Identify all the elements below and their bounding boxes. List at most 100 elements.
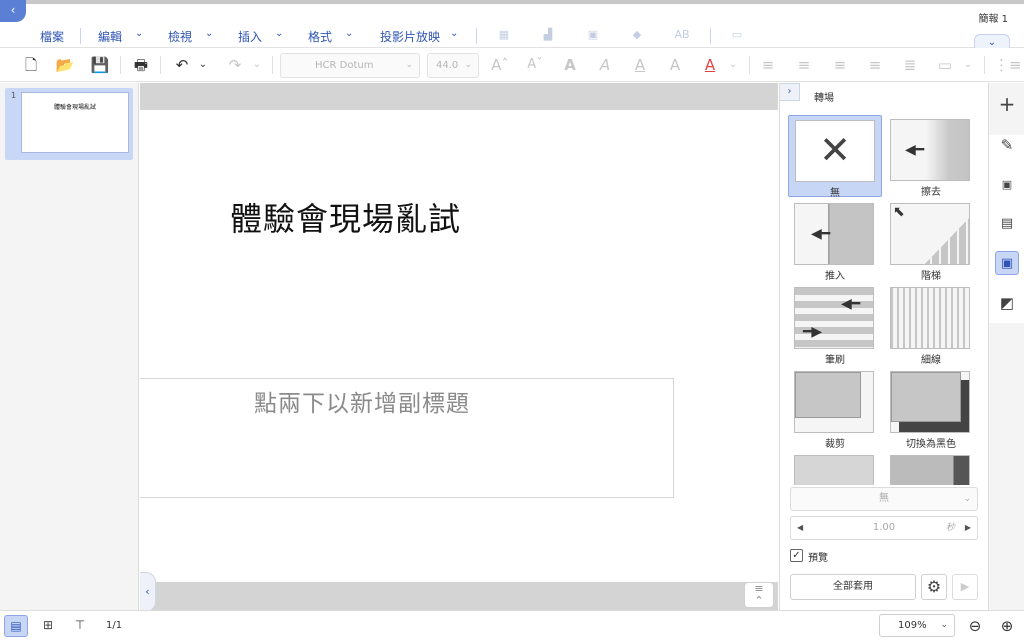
save-icon[interactable]: 💾 — [89, 54, 111, 76]
italic-icon[interactable]: A — [595, 54, 615, 76]
arrow-right-icon: ━▶ — [803, 324, 823, 340]
decrease-font-icon[interactable]: Aˇ — [525, 54, 545, 76]
distribute-icon[interactable]: ≣ — [900, 54, 920, 76]
zoom-select[interactable]: 109% ⌄ — [879, 614, 955, 637]
gray-pattern — [891, 372, 961, 422]
bullet-list-icon[interactable]: ⋮≡ — [994, 54, 1022, 76]
cut-pattern — [795, 372, 861, 418]
align-left-icon[interactable]: ≡ — [758, 54, 778, 76]
transition-icon[interactable]: ▣ — [995, 251, 1019, 275]
transition-brush[interactable]: ◀━ ━▶ 筆刷 — [788, 283, 882, 366]
slide-thumbnail-selected[interactable]: 1 體驗會現場亂試 — [5, 88, 133, 160]
slide-sorter-icon[interactable]: ⊞ — [36, 615, 60, 637]
layout-icon[interactable]: ▤ — [995, 212, 1019, 236]
zoom-in-icon[interactable]: ⊕ — [996, 615, 1018, 637]
toolbar-divider — [120, 56, 121, 74]
animation-icon[interactable]: ◩ — [995, 291, 1019, 315]
underline-icon[interactable]: A — [630, 54, 650, 76]
transition-more[interactable] — [884, 451, 978, 485]
shapes-icon[interactable]: ◆ — [630, 29, 644, 41]
menu-view[interactable]: 檢視 — [168, 28, 192, 45]
transition-label: 筆刷 — [825, 355, 845, 366]
new-document-icon[interactable]: 🗋 — [20, 54, 42, 76]
align-right-icon[interactable]: ≡ — [830, 54, 850, 76]
chevron-down-icon[interactable]: ⌄ — [727, 54, 739, 76]
normal-view-icon[interactable]: ▤ — [4, 615, 28, 637]
menu-file[interactable]: 檔案 — [40, 28, 64, 45]
duration-stepper[interactable]: ◀ 1.00 秒 ▶ — [790, 516, 978, 540]
font-color-icon[interactable]: A — [700, 54, 720, 76]
increase-font-icon[interactable]: Aˆ — [490, 54, 510, 76]
justify-icon[interactable]: ≡ — [865, 54, 885, 76]
transition-through-black[interactable]: 切換為黑色 — [884, 367, 978, 450]
notes-toggle-button[interactable]: ≡ ⌃ — [744, 582, 774, 608]
show-slide-panel-button[interactable]: ‹ — [140, 572, 156, 612]
decrement-icon[interactable]: ◀ — [797, 517, 803, 539]
chevron-down-icon: ⌄ — [464, 60, 472, 70]
bold-icon[interactable]: A — [560, 54, 580, 76]
panel-collapse-button[interactable]: › — [780, 83, 800, 101]
image-icon[interactable]: ▣ — [586, 29, 600, 41]
textbox-icon[interactable]: ▭ — [730, 29, 744, 41]
undo-icon[interactable]: ↶ — [172, 54, 192, 76]
chevron-down-icon[interactable]: ⌄ — [345, 28, 353, 39]
slide-thumbnail[interactable]: 體驗會現場亂試 — [21, 92, 129, 153]
chevron-down-icon[interactable]: ⌄ — [275, 28, 283, 39]
subtitle-placeholder-box[interactable]: 點兩下以新增副標題 — [140, 378, 674, 498]
transition-preview — [794, 455, 874, 485]
presentation-view-icon[interactable]: ⊤ — [68, 615, 92, 637]
open-folder-icon[interactable]: 📂 — [54, 54, 76, 76]
zoom-out-icon[interactable]: ⊖ — [964, 615, 986, 637]
menu-format[interactable]: 格式 — [308, 28, 332, 45]
chevron-down-icon[interactable]: ⌄ — [251, 54, 263, 76]
increment-icon[interactable]: ▶ — [965, 517, 971, 539]
chevron-down-icon[interactable]: ⌄ — [962, 54, 974, 76]
effect-option-select[interactable]: 無 ⌄ — [790, 487, 978, 511]
transition-wipe[interactable]: ◀━ 擦去 — [884, 115, 978, 198]
transition-lines[interactable]: 細線 — [884, 283, 978, 366]
chevron-down-icon[interactable]: ⌄ — [197, 54, 209, 76]
slide-title[interactable]: 體驗會現場亂試 — [230, 194, 461, 240]
text-properties-icon[interactable]: ▣ — [995, 173, 1019, 197]
duration-value: 1.00 — [872, 522, 896, 533]
transition-effect-grid: ✕ 無 ◀━ 擦去 ◀━ 推入 ⬉ 階梯 ◀━ ━▶ 筆刷 細線 裁剪 切換為黑… — [788, 115, 980, 485]
line-spacing-icon[interactable]: ▭ — [935, 54, 955, 76]
slide[interactable]: 體驗會現場亂試 點兩下以新增副標題 — [140, 110, 778, 582]
edit-shape-icon[interactable]: ✎ — [995, 133, 1019, 157]
print-icon[interactable]: 🖶 — [130, 54, 152, 76]
chevron-down-icon: ⌄ — [963, 494, 971, 504]
back-button[interactable]: ‹ — [0, 0, 26, 22]
transition-cut[interactable]: 裁剪 — [788, 367, 882, 450]
chevron-left-icon: ‹ — [145, 585, 150, 598]
transition-none[interactable]: ✕ 無 — [788, 115, 882, 199]
transition-push[interactable]: ◀━ 推入 — [788, 199, 882, 282]
font-size-select[interactable]: 44.0 ⌄ — [427, 53, 479, 78]
chevron-down-icon[interactable]: ⌄ — [135, 28, 143, 39]
effect-option-value: 無 — [879, 493, 889, 504]
transition-more[interactable] — [788, 451, 882, 485]
apply-all-button[interactable]: 全部套用 — [790, 574, 916, 600]
chevron-left-icon: ‹ — [10, 3, 16, 17]
shadow-icon[interactable]: A — [665, 54, 685, 76]
subtitle-placeholder-text: 點兩下以新增副標題 — [254, 391, 470, 417]
slide-thumbnail-panel: 1 體驗會現場亂試 — [0, 83, 139, 610]
chart-icon[interactable]: ▟ — [541, 29, 555, 41]
chevron-down-icon[interactable]: ⌄ — [205, 28, 213, 39]
chevron-down-icon[interactable]: ⌄ — [450, 28, 458, 39]
redo-icon[interactable]: ↷ — [225, 54, 245, 76]
transition-staircase[interactable]: ⬉ 階梯 — [884, 199, 978, 282]
textart-icon[interactable]: AB — [672, 29, 692, 41]
play-preview-button[interactable]: ▶ — [952, 574, 978, 600]
font-name-select[interactable]: HCR Dotum ⌄ — [280, 53, 420, 78]
menu-edit[interactable]: 編輯 — [98, 28, 122, 45]
align-center-icon[interactable]: ≡ — [794, 54, 814, 76]
preview-checkbox[interactable]: ✓ — [790, 549, 803, 562]
settings-button[interactable]: ⚙ — [921, 574, 947, 600]
table-icon[interactable]: ▦ — [497, 29, 511, 41]
add-icon[interactable]: + — [995, 92, 1019, 116]
menu-insert[interactable]: 插入 — [238, 28, 262, 45]
menu-slideshow[interactable]: 投影片放映 — [380, 28, 440, 45]
transition-label: 裁剪 — [825, 439, 845, 450]
side-rail: + ✎ ▣ ▤ ▣ ◩ — [988, 83, 1024, 610]
slide-thumbnail-title: 體驗會現場亂試 — [53, 104, 96, 111]
